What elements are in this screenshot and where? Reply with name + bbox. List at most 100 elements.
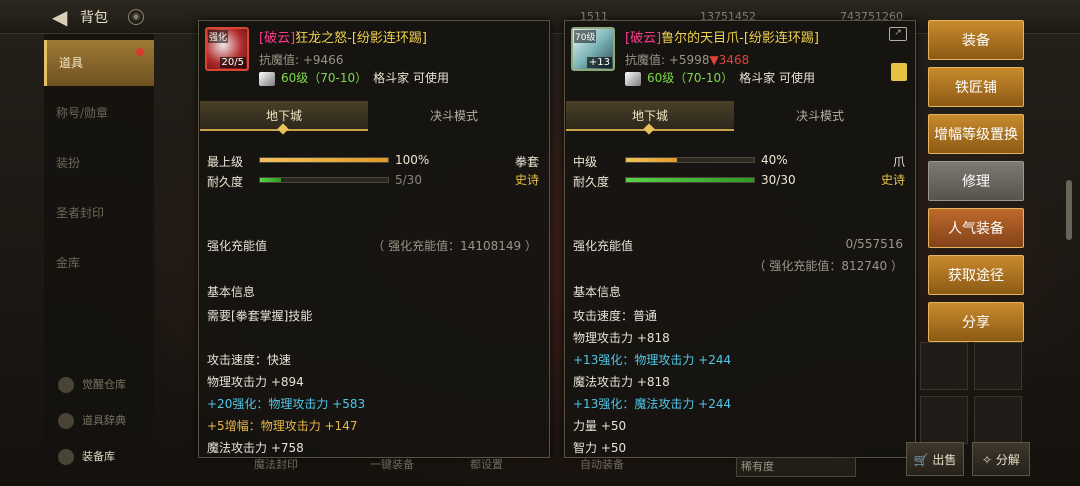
icon-tag: 70级 [574,30,597,43]
durability-bar [259,177,389,183]
obtain-route-button[interactable]: 获取途径 [928,255,1024,295]
lock-icon[interactable] [891,63,907,81]
basic-info-heading: 基本信息 [573,285,622,299]
popular-equip-button[interactable]: 人气装备 [928,208,1024,248]
nav-item-props[interactable]: 道具 [44,40,154,86]
item-name-text: 鲁尔的天目爪-[纷影连环踢] [661,31,819,46]
dropdown-value: 稀有度 [741,460,774,473]
tab-duel[interactable]: 决斗模式 [736,101,904,131]
grade-label: 最上级 [207,155,244,169]
share-button[interactable]: 分享 [928,302,1024,342]
item-name: [破云]鲁尔的天目爪-[纷影连环踢] [625,27,819,46]
share-icon[interactable]: ↗ [889,27,907,41]
inventory-slot[interactable] [974,342,1022,390]
level-range: 60级（70-10） [281,71,368,85]
nav-label: 道具 [59,56,84,70]
book-icon [58,413,74,429]
page-title: 背包 [80,10,108,26]
durability-bar [625,177,755,183]
stat-line: 力量 +50 [573,419,627,433]
inventory-slot[interactable] [974,396,1022,444]
kmz-value: +5998 [668,53,710,67]
equip-button[interactable]: 装备 [928,20,1024,60]
icon-badge: 20/5 [219,57,246,68]
inventory-slots [916,338,1028,448]
rarity-dropdown[interactable]: 稀有度 [736,457,856,477]
nav-item-equip-library[interactable]: 装备库 [58,444,168,470]
stat-line: 攻击速度：快速 [207,353,292,367]
durability-label: 耐久度 [207,175,244,189]
blacksmith-button[interactable]: 铁匠铺 [928,67,1024,107]
rarity-label: 史诗 [880,173,905,187]
grade-label: 中级 [573,155,598,169]
rarity-label: 史诗 [514,173,539,187]
kmz-label: 抗魔值: [259,53,303,67]
anti-magic-value: 抗魔值: +9466 [259,51,343,68]
charge-label: 强化充能值 [207,239,268,253]
tool-one-click-equip[interactable]: 一键装备 [370,456,414,472]
tool-auto-equip[interactable]: 自动装备 [580,456,624,472]
stat-line: +20强化：物理攻击力 +583 [207,397,366,411]
tooltip-header: 70级 +13 [破云]鲁尔的天目爪-[纷影连环踢] 抗魔值: +5998▼34… [565,21,915,91]
weapon-type: 爪 [892,155,905,169]
anti-magic-value: 抗魔值: +5998▼3468 [625,51,749,68]
nav-item-seal[interactable]: 圣者封印 [44,190,154,236]
stat-line: +13强化：物理攻击力 +244 [573,353,732,367]
tool-magic-seal[interactable]: 魔法封印 [254,456,298,472]
grade-bar-fill [626,158,678,162]
scrollbar-handle[interactable] [1066,180,1072,240]
nav-awaken-storage[interactable]: 觉醒仓库 [58,372,168,398]
durability-value: 5/30 [395,173,422,187]
fist-weapon-icon: 强化 20/5 [205,27,249,71]
class-usable: 格斗家 可使用 [373,71,449,85]
mode-tabs: 地下城 决斗模式 [200,101,550,135]
nav-bottom-label: 觉醒仓库 [82,378,126,391]
notification-dot [136,48,144,56]
nav-item-dictionary[interactable]: 道具辞典 [58,408,168,434]
amplify-swap-button[interactable]: 增幅等级置换 [928,114,1024,154]
grade-bar-fill [260,158,388,162]
stat-line: 攻击速度：普通 [573,309,658,323]
nav-item-titles[interactable]: 称号/勋章 [44,90,154,136]
decompose-button[interactable]: ✧ 分解 [972,442,1030,476]
charge-value: （ 强化充能值：14108149 ） [372,239,537,253]
tab-duel[interactable]: 决斗模式 [370,101,538,131]
durability-bar-fill [260,178,282,182]
item-name-tag: [破云] [259,31,296,46]
item-tooltip-equipped: 强化 20/5 [破云]狂龙之怒-[纷影连环踢] 抗魔值: +9466 60级（… [198,20,550,458]
inventory-slot[interactable] [920,342,968,390]
mode-tabs: 地下城 决斗模式 [566,101,916,135]
durability-value: 30/30 [761,173,796,187]
charge-label: 强化充能值 [573,239,634,253]
nav-item-vault[interactable]: 金库 [44,240,154,286]
gem-icon [625,71,641,86]
left-nav: 道具 称号/勋章 装扮 圣者封印 金库 觉醒仓库 道具辞典 装备库 [44,34,154,486]
icon-tag: 强化 [208,30,229,43]
nav-item-avatar[interactable]: 装扮 [44,140,154,186]
basic-info-heading: 基本信息 [207,285,256,299]
decompose-label: 分解 [995,453,1020,467]
level-range: 60级（70-10） [647,71,734,85]
charge-progress: 0/557516 [845,237,904,251]
level-requirement: 60级（70-10） 格斗家 可使用 [625,69,815,86]
stat-line: 需要[拳套掌握]技能 [207,309,313,323]
item-name: [破云]狂龙之怒-[纷影连环踢] [259,27,427,46]
kmz-value: +9466 [302,53,344,67]
durability-label: 耐久度 [573,175,610,189]
sell-button[interactable]: 🛒 出售 [906,442,964,476]
grade-value: 40% [761,153,788,167]
tooltip-header: 强化 20/5 [破云]狂龙之怒-[纷影连环踢] 抗魔值: +9466 60级（… [199,21,549,91]
inventory-slot[interactable] [920,396,968,444]
tool-settings[interactable]: 都设置 [470,456,503,472]
grade-bar [625,157,755,163]
gem-icon [259,71,275,86]
item-tooltip-compare: 70级 +13 [破云]鲁尔的天目爪-[纷影连环踢] 抗魔值: +5998▼34… [564,20,916,458]
grade-bar [259,157,389,163]
sell-label: 出售 [932,453,957,467]
repair-button[interactable]: 修理 [928,161,1024,201]
eye-icon[interactable]: ◉ [128,9,144,25]
equip-library-icon [58,449,74,465]
level-requirement: 60级（70-10） 格斗家 可使用 [259,69,449,86]
nav-bottom-label: 装备库 [82,450,115,463]
back-arrow-icon[interactable]: ◀ [52,6,76,28]
